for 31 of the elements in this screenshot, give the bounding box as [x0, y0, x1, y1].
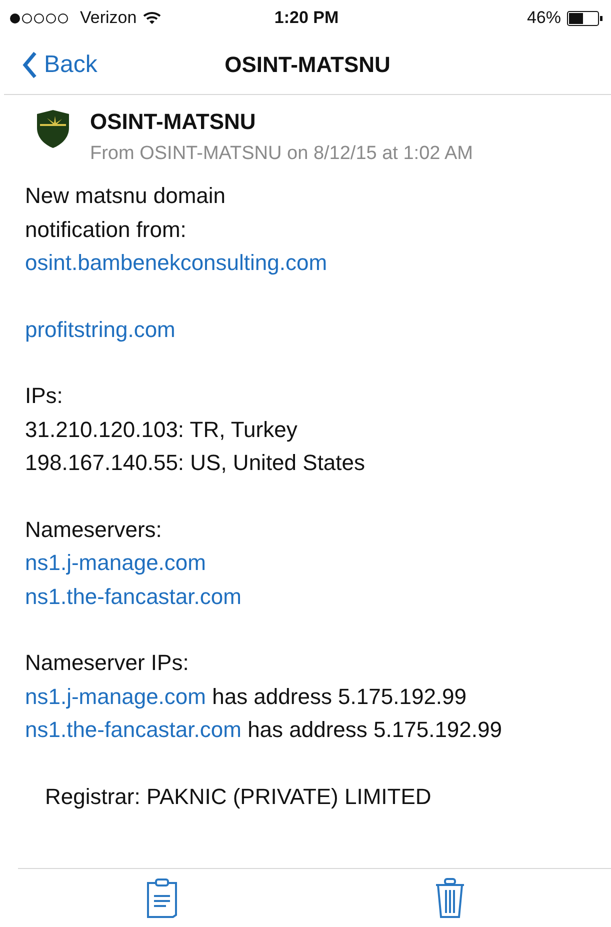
- body-text: 198.167.140.55: US, United States: [25, 450, 366, 475]
- message-meta: From OSINT-MATSNU on 8/12/15 at 1:02 AM: [90, 143, 473, 165]
- body-text: New matsnu domain: [25, 183, 226, 208]
- body-text: 31.210.120.103: TR, Turkey: [25, 416, 298, 442]
- wifi-icon: [142, 11, 161, 25]
- body-text: notification from:: [25, 216, 186, 242]
- nav-title: OSINT-MATSNU: [224, 52, 390, 78]
- clipboard-button[interactable]: [146, 878, 178, 918]
- link[interactable]: ns1.the-fancastar.com: [25, 717, 242, 742]
- body-text: IPs:: [25, 383, 63, 408]
- body-text: Nameserver IPs:: [25, 650, 189, 675]
- sender-name: OSINT-MATSNU: [90, 109, 257, 135]
- chevron-icon: [22, 51, 38, 79]
- body-text: has address 5.175.192.99: [246, 717, 502, 742]
- battery-icon: [567, 10, 603, 26]
- delete-button[interactable]: [434, 878, 465, 918]
- link[interactable]: ns1.the-fancastar.com: [25, 584, 242, 608]
- body-text: Registrar: PAKNIC (PRIVATE) LIMITED: [45, 784, 432, 808]
- status-time: 1:20 PM: [274, 8, 339, 28]
- trash-icon: [434, 878, 465, 918]
- shield-icon: [36, 109, 70, 149]
- body-text: Nameservers:: [25, 516, 162, 542]
- link[interactable]: ns1.j-manage.com: [25, 550, 206, 575]
- link[interactable]: osint.bambenekconsulting.com: [25, 250, 328, 275]
- battery-percent: 46%: [526, 8, 561, 28]
- carrier-name: Verizon: [80, 8, 137, 28]
- body-text: has address 5.175.192.99: [211, 684, 467, 708]
- clipboard-icon: [146, 878, 178, 918]
- back-button[interactable]: Back: [4, 51, 98, 79]
- link[interactable]: profitstring.com: [25, 316, 176, 342]
- link[interactable]: ns1.j-manage.com: [25, 684, 206, 708]
